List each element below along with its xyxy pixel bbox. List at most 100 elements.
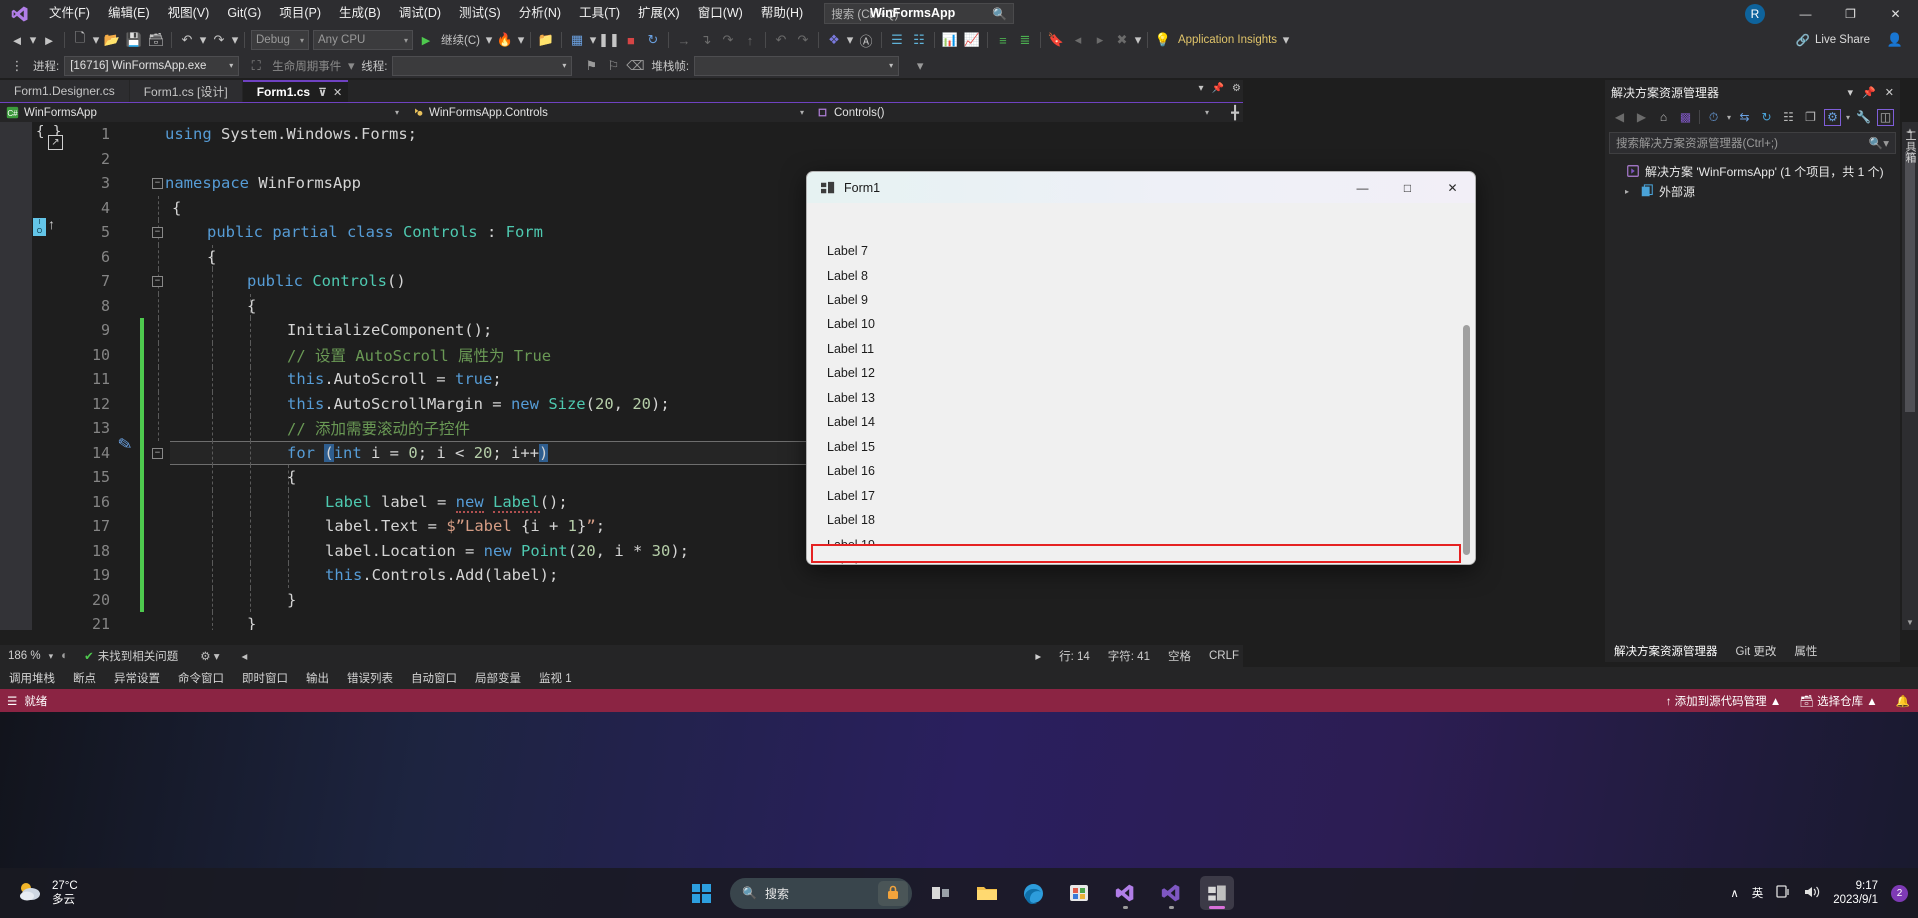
navigate-back-icon[interactable]: ◄: [6, 29, 28, 51]
undo-dropdown-icon[interactable]: ▾: [198, 29, 208, 51]
code-line[interactable]: 21 }: [0, 612, 1225, 630]
intellicode-dropdown-icon[interactable]: ▾: [845, 29, 855, 51]
winformsapp-button[interactable]: [1200, 876, 1234, 910]
navbar-project-select[interactable]: C# WinFormsApp ▾: [0, 103, 405, 123]
fold-toggle-icon[interactable]: −: [152, 227, 163, 238]
visual-studio-preview-button[interactable]: [1108, 876, 1142, 910]
form1-vertical-scrollbar[interactable]: [1460, 325, 1473, 563]
menu-view[interactable]: 视图(V): [159, 0, 219, 27]
issues-filter-icon[interactable]: ⚙ ▾: [186, 649, 233, 663]
bookmark-dropdown-icon[interactable]: ▾: [1133, 29, 1143, 51]
continue-play-icon[interactable]: ▶: [415, 29, 437, 51]
network-icon[interactable]: [1776, 884, 1791, 902]
spellcheck-icon[interactable]: Ⓐ: [855, 29, 877, 51]
refresh-icon[interactable]: ↻: [1758, 109, 1775, 126]
flag-threads-icon[interactable]: ⚐: [602, 55, 624, 77]
toolbox-vertical-tab[interactable]: 工具箱: [1900, 84, 1918, 204]
indent-decrease-icon[interactable]: ≣: [1014, 29, 1036, 51]
show-all-files-icon[interactable]: ❐: [1802, 109, 1819, 126]
panel-menu-icon[interactable]: ▾: [1848, 86, 1854, 99]
menu-file[interactable]: 文件(F): [40, 0, 99, 27]
add-to-source-control-button[interactable]: ↑ 添加到源代码管理 ▲: [1666, 693, 1782, 709]
navbar-member-select[interactable]: Controls() ▾: [810, 103, 1215, 123]
redo-icon[interactable]: ↷: [208, 29, 230, 51]
menu-debug[interactable]: 调试(D): [390, 0, 450, 27]
attach-to-process-icon[interactable]: 📁: [535, 29, 557, 51]
stack-frame-select[interactable]: ▾: [694, 55, 900, 76]
solution-root-node[interactable]: 解决方案 'WinFormsApp' (1 个项目，共 1 个): [1611, 161, 1900, 181]
visual-studio-button[interactable]: [1154, 876, 1188, 910]
bookmark-icon[interactable]: 🔖: [1045, 29, 1067, 51]
build-platform-select[interactable]: Any CPU ▾: [313, 30, 413, 50]
split-view-icon[interactable]: ╋: [1231, 105, 1239, 121]
panel-close-icon[interactable]: ✕: [1885, 86, 1894, 99]
code-line[interactable]: 1 using System.Windows.Forms;: [0, 122, 1225, 147]
solution-icon[interactable]: ▩: [1677, 109, 1694, 126]
form1-window[interactable]: Form1 — □ ✕ Label 7 Label 8 Label 9 Labe…: [806, 171, 1476, 565]
panel-pin-icon[interactable]: 📌: [1862, 86, 1876, 99]
toolbar-overflow-icon[interactable]: ▾: [909, 55, 931, 77]
build-configuration-select[interactable]: Debug ▾: [251, 30, 309, 50]
collapse-all-icon[interactable]: ☷: [1780, 109, 1797, 126]
taskbar-search-box[interactable]: 🔍 搜索: [730, 877, 912, 909]
dock-tab-exception-settings[interactable]: 异常设置: [105, 670, 169, 686]
menu-window[interactable]: 窗口(W): [689, 0, 752, 27]
menu-extensions[interactable]: 扩展(X): [629, 0, 689, 27]
continue-button-label[interactable]: 继续(C): [437, 32, 484, 48]
issues-nav-icon[interactable]: ◐: [53, 650, 76, 662]
navbar-type-select[interactable]: WinFormsApp.Controls ▾: [405, 103, 810, 123]
tab-form1-cs[interactable]: Form1.cs ⊽ ✕: [242, 80, 349, 102]
notification-badge[interactable]: 2: [1891, 884, 1908, 902]
hot-reload-icon[interactable]: 🔥: [494, 29, 516, 51]
tab-git-changes[interactable]: Git 更改: [1727, 643, 1786, 659]
tab-list-dropdown-icon[interactable]: ▾: [1199, 83, 1204, 94]
ime-language-indicator[interactable]: 英: [1752, 885, 1764, 901]
task-view-button[interactable]: [924, 876, 958, 910]
dock-tab-breakpoints[interactable]: 断点: [64, 670, 105, 686]
tab-pin-icon[interactable]: 📌: [1212, 83, 1224, 94]
form1-horizontal-scrollbar[interactable]: [811, 544, 1461, 563]
prev-issue-icon[interactable]: ◂: [234, 649, 256, 663]
copilot-icon[interactable]: [878, 880, 908, 906]
navigate-back-dropdown-icon[interactable]: ▾: [28, 29, 38, 51]
process-select[interactable]: [16716] WinFormsApp.exe ▾: [64, 55, 240, 76]
preview-pane-icon[interactable]: ◫: [1877, 108, 1895, 126]
pause-icon[interactable]: ❚❚: [598, 29, 620, 51]
tab-form1-cs-design[interactable]: Form1.cs [设计]: [129, 80, 242, 102]
menu-tools[interactable]: 工具(T): [570, 0, 629, 27]
new-project-icon[interactable]: 🗋: [69, 29, 91, 51]
dock-tab-error-list[interactable]: 错误列表: [338, 670, 402, 686]
fold-toggle-icon[interactable]: −: [152, 447, 163, 459]
undo-icon[interactable]: ↶: [176, 29, 198, 51]
breakpoints-dropdown-icon[interactable]: ▾: [588, 29, 598, 51]
form1-minimize-button[interactable]: —: [1340, 172, 1385, 203]
diagnostics-icon[interactable]: 📊: [939, 29, 961, 51]
volume-icon[interactable]: [1804, 885, 1820, 902]
new-project-dropdown-icon[interactable]: ▾: [91, 29, 101, 51]
code-line[interactable]: 19 this.Controls.Add(label);: [0, 563, 1225, 588]
dock-tab-immediate-window[interactable]: 即时窗口: [233, 670, 297, 686]
application-insights-label[interactable]: Application Insights: [1174, 34, 1281, 46]
solution-explorer-panel[interactable]: 解决方案资源管理器 ▾ 📌 ✕ ◀ ▶ ⌂ ▩ ⏱ ▾ ⇆ ↻ ☷ ❐ ⚙ ▾ …: [1605, 80, 1900, 662]
file-explorer-button[interactable]: [970, 876, 1004, 910]
stop-icon[interactable]: ■: [620, 29, 642, 51]
hot-reload-dropdown-icon[interactable]: ▾: [516, 29, 526, 51]
tab-form1-designer-cs[interactable]: Form1.Designer.cs: [0, 80, 129, 102]
continue-dropdown-icon[interactable]: ▾: [484, 29, 494, 51]
scroll-down-icon[interactable]: ▼: [1902, 614, 1918, 630]
editor-zoom-level[interactable]: 186 %: [0, 650, 49, 662]
code-line[interactable]: 20 }: [0, 587, 1225, 612]
menu-build[interactable]: 生成(B): [330, 0, 390, 27]
window-restore-button[interactable]: ❐: [1828, 0, 1873, 27]
taskbar-clock[interactable]: 9:17 2023/9/1: [1833, 879, 1878, 907]
code-line[interactable]: 2: [0, 147, 1225, 172]
solution-explorer-search-input[interactable]: 搜索解决方案资源管理器(Ctrl+;) 🔍▾: [1609, 132, 1896, 154]
home-icon[interactable]: ⌂: [1655, 109, 1672, 126]
notifications-bell-icon[interactable]: 🔔: [1896, 694, 1910, 708]
unflag-icon[interactable]: ⌫: [624, 55, 646, 77]
window-close-button[interactable]: ✕: [1873, 0, 1918, 27]
comment-icon[interactable]: ☰: [886, 29, 908, 51]
tab-settings-gear-icon[interactable]: ⚙: [1232, 83, 1241, 94]
redo-dropdown-icon[interactable]: ▾: [230, 29, 240, 51]
navigate-forward-icon[interactable]: ►: [38, 29, 60, 51]
